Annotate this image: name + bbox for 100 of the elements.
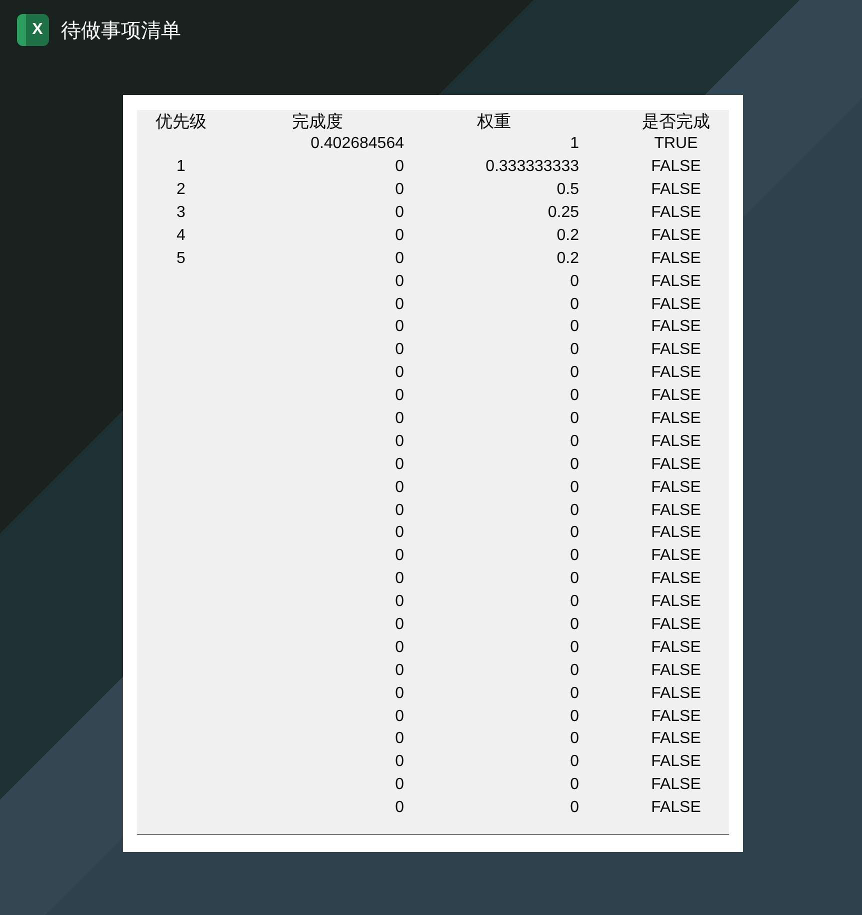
table-cell-text: 0 xyxy=(569,318,580,336)
table-cell-text: 0 xyxy=(394,638,405,657)
table-cell-text: 5 xyxy=(176,250,186,268)
column-header: 权重 xyxy=(476,110,512,133)
table-cell-text: 0 xyxy=(569,387,580,406)
table-cell-text: 0 xyxy=(569,364,580,382)
table-cell-text: 0 xyxy=(569,432,580,451)
table-cell-text: FALSE xyxy=(650,638,702,657)
table-cell-text: FALSE xyxy=(650,158,702,176)
table-cell-text: 0 xyxy=(394,776,405,794)
table-cell-text: 0 xyxy=(394,364,405,382)
table-cell-text: 4 xyxy=(176,226,186,245)
table-cell-text: 0 xyxy=(394,502,405,520)
table-cell-text: FALSE xyxy=(650,708,702,726)
table-cell-text: FALSE xyxy=(650,570,702,588)
table-cell-text: FALSE xyxy=(650,364,702,382)
table-cell-text: 0 xyxy=(394,341,405,360)
table-cell-text: 0 xyxy=(394,272,405,291)
table-cell-text: 0 xyxy=(569,708,580,726)
table-cell-text: 0.402684564 xyxy=(310,135,405,154)
table-cell-text: FALSE xyxy=(650,799,702,818)
table-cell-text: 0 xyxy=(394,593,405,612)
table-cell-text: 0 xyxy=(569,272,580,291)
column-header: 是否完成 xyxy=(641,110,711,133)
table-cell-text: 0 xyxy=(394,616,405,634)
table-cell-text: 0 xyxy=(394,296,405,314)
table-cell-text: 0 xyxy=(394,478,405,497)
table-cell-text: 0 xyxy=(569,410,580,428)
column-header: 优先级 xyxy=(154,110,208,133)
table-cell-text: FALSE xyxy=(650,272,702,291)
table-cell-text: FALSE xyxy=(650,432,702,451)
table-cell-text: 0 xyxy=(394,524,405,542)
spreadsheet-app-icon: X xyxy=(17,14,49,46)
table-cell-text: 0 xyxy=(394,250,405,268)
table-cell-text: FALSE xyxy=(650,226,702,245)
table-cell-text: 0 xyxy=(569,502,580,520)
table-cell-text: FALSE xyxy=(650,478,702,497)
table-cell-text: 0 xyxy=(569,662,580,680)
table-cell-text: 0 xyxy=(569,570,580,588)
table-cell-text: FALSE xyxy=(650,341,702,360)
table-cell-text: FALSE xyxy=(650,753,702,772)
table-cell-text: 0 xyxy=(394,432,405,451)
table-cell-text: FALSE xyxy=(650,204,702,222)
table-cell-text: 0 xyxy=(569,547,580,566)
table-cell-text: 0 xyxy=(569,799,580,818)
table-cell-text: 0.5 xyxy=(556,181,580,200)
table-cell-text: TRUE xyxy=(653,135,699,154)
table-cell-text: 0.2 xyxy=(556,226,580,245)
table-cell-text: 0 xyxy=(569,524,580,542)
table-cell-text: FALSE xyxy=(650,410,702,428)
table-cell-text: FALSE xyxy=(650,730,702,748)
table-cell-text: 1 xyxy=(176,158,186,176)
table-cell-text: FALSE xyxy=(650,684,702,703)
table-cell-text: 0 xyxy=(394,456,405,474)
table-cell-text: 0 xyxy=(569,616,580,634)
table-cell-text: 0 xyxy=(569,753,580,772)
table-cell-text: 3 xyxy=(176,204,186,222)
table-cell-text: 0 xyxy=(394,204,405,222)
table-cell-text: 1 xyxy=(569,135,580,154)
table-cell-text: 0 xyxy=(569,684,580,703)
table-cell-text: 0 xyxy=(394,181,405,200)
table-cell-text: 0 xyxy=(394,684,405,703)
table-cell-text: 0 xyxy=(394,410,405,428)
table-cell-text: 0 xyxy=(569,456,580,474)
table-cell-text: 0 xyxy=(394,753,405,772)
window-title: 待做事项清单 xyxy=(61,18,181,44)
table-cell-text: 0 xyxy=(569,478,580,497)
table-cell-text: FALSE xyxy=(650,250,702,268)
table-cell-text: 0.25 xyxy=(546,204,580,222)
table-cell-text: 0.2 xyxy=(556,250,580,268)
table-cell-text: FALSE xyxy=(650,502,702,520)
table-cell-text: FALSE xyxy=(650,593,702,612)
table-cell-text: 0 xyxy=(394,662,405,680)
table-cell-text: FALSE xyxy=(650,318,702,336)
table-cell-text: 0 xyxy=(569,296,580,314)
table-cell-text: 0.333333333 xyxy=(484,158,580,176)
table-cell-text: FALSE xyxy=(650,776,702,794)
table-cell-text: FALSE xyxy=(650,296,702,314)
table-cell-text: 0 xyxy=(394,226,405,245)
table-cell-text: FALSE xyxy=(650,387,702,406)
table-cell-text: 0 xyxy=(394,318,405,336)
table-cell-text: 0 xyxy=(569,776,580,794)
table-cell-text: 0 xyxy=(394,158,405,176)
table-cell-text: 0 xyxy=(394,708,405,726)
column-header: 完成度 xyxy=(291,110,344,133)
table-cell-text: FALSE xyxy=(650,616,702,634)
table-cell-text: FALSE xyxy=(650,181,702,200)
table-cell-text: 2 xyxy=(176,181,186,200)
table-cell-text: 0 xyxy=(569,730,580,748)
table-cell-text: 0 xyxy=(394,570,405,588)
table-cell-text: FALSE xyxy=(650,456,702,474)
table-cell-text: 0 xyxy=(569,593,580,612)
table-cell-text: FALSE xyxy=(650,547,702,566)
table-cell-text: 0 xyxy=(569,341,580,360)
table-cell-text: FALSE xyxy=(650,662,702,680)
table-cell-text: 0 xyxy=(394,730,405,748)
table-cell-text: 0 xyxy=(394,799,405,818)
table-cell-text: 0 xyxy=(394,387,405,406)
table-cell-text: 0 xyxy=(394,547,405,566)
table-cell-text: FALSE xyxy=(650,524,702,542)
